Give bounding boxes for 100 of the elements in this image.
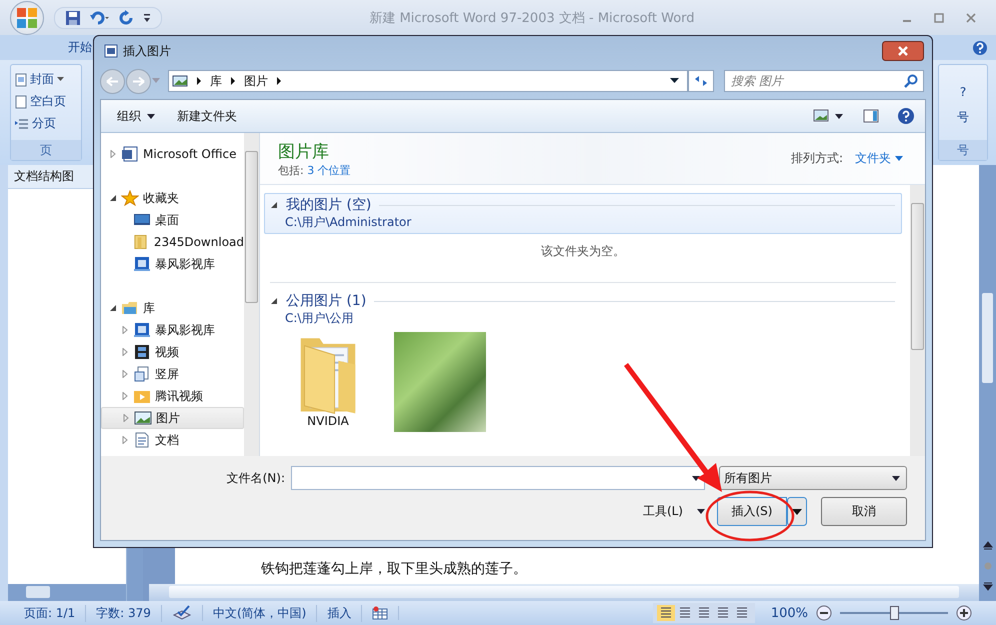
- ribbon-tab[interactable]: 开始: [66, 37, 94, 58]
- toolbar-button[interactable]: 新建文件夹: [169, 104, 245, 128]
- group-header[interactable]: 我的图片 (空) C:\用户\Administrator: [264, 193, 902, 234]
- preview-pane-icon[interactable]: [863, 109, 879, 123]
- office-button[interactable]: [10, 0, 44, 34]
- help-icon[interactable]: [897, 107, 915, 125]
- media-library-icon: [133, 256, 151, 272]
- insert-mode[interactable]: 插入: [317, 604, 362, 622]
- language-status[interactable]: 中文(简体，中国): [202, 604, 318, 622]
- maximize-button[interactable]: [934, 12, 944, 22]
- tree-item[interactable]: 收藏夹: [101, 187, 244, 209]
- caret-icon: [892, 476, 900, 480]
- document-icon: [133, 432, 151, 448]
- expander-icon[interactable]: [109, 194, 117, 202]
- toolbar-button[interactable]: 组织: [109, 104, 163, 128]
- tree-item[interactable]: 腾讯视频: [101, 385, 244, 407]
- document-text: 铁钩把莲蓬勾上岸，取下里头成熟的莲子。: [261, 560, 528, 578]
- ribbon-button[interactable]: 号: [957, 109, 969, 126]
- filename-field[interactable]: [291, 466, 705, 490]
- ribbon-button[interactable]: 封面: [15, 71, 77, 88]
- group-label: 号: [939, 140, 987, 160]
- tools-button[interactable]: 工具(L): [642, 503, 705, 520]
- star-icon: [121, 190, 139, 206]
- tree-item[interactable]: 文档: [101, 429, 244, 451]
- arrange-label: 排列方式:: [790, 150, 843, 167]
- includes-label: 包括:: [278, 164, 304, 176]
- view-options-button[interactable]: [813, 109, 845, 123]
- cover-page-icon: [15, 72, 27, 86]
- ribbon-button[interactable]: 分页: [15, 115, 77, 132]
- tree-item[interactable]: 桌面: [101, 209, 244, 231]
- tree-item[interactable]: 图片: [101, 407, 244, 429]
- tree-item[interactable]: Microsoft Office: [101, 143, 244, 165]
- window-title: 新建 Microsoft Word 97-2003 文档 - Microsoft Word: [368, 10, 696, 26]
- page-count[interactable]: 页面: 1/1: [14, 604, 86, 622]
- caret-icon[interactable]: [692, 476, 700, 480]
- breadcrumb[interactable]: 库: [210, 72, 222, 90]
- chevron-icon[interactable]: [276, 77, 282, 85]
- tree-item[interactable]: 2345Download: [101, 231, 244, 253]
- insert-button[interactable]: 插入(S): [717, 497, 787, 526]
- help-icon[interactable]: [972, 40, 988, 56]
- caret-icon: [147, 114, 155, 118]
- dropdown-caret-icon[interactable]: [670, 78, 679, 84]
- word-document-icon: [104, 44, 118, 58]
- horizontal-scrollbar[interactable]: [149, 584, 979, 601]
- breadcrumb[interactable]: 图片: [244, 72, 268, 90]
- empty-folder-message: 该文件夹为空。: [270, 234, 896, 283]
- undo-icon[interactable]: [89, 10, 111, 26]
- ribbon-button[interactable]: 空白页: [15, 93, 77, 110]
- caret-icon: [895, 156, 903, 161]
- play-icon: [133, 388, 151, 404]
- tree-item[interactable]: 库: [101, 297, 244, 319]
- tree-item[interactable]: 视频: [101, 341, 244, 363]
- horizontal-scrollbar[interactable]: [8, 584, 126, 601]
- folder-item[interactable]: NVIDIA: [288, 332, 368, 432]
- save-icon[interactable]: [65, 10, 81, 26]
- filename-label: 文件名(N):: [226, 470, 285, 486]
- expander-icon[interactable]: [109, 304, 117, 312]
- blank-page-icon: [15, 94, 27, 108]
- vertical-scrollbar[interactable]: [244, 133, 259, 456]
- refresh-button[interactable]: [688, 70, 714, 92]
- redo-icon[interactable]: [119, 10, 135, 26]
- photo-placeholder[interactable]: [394, 332, 486, 432]
- vertical-scrollbar[interactable]: [910, 185, 925, 456]
- desktop-icon: [133, 212, 151, 228]
- tree-item[interactable]: 暴风影视库: [101, 253, 244, 275]
- chevron-icon[interactable]: [230, 77, 236, 85]
- media-library-icon: [133, 322, 151, 338]
- film-icon: [133, 344, 151, 360]
- group-header[interactable]: 公用图片 (1) C:\用户\公用: [264, 289, 902, 330]
- search-field[interactable]: 搜索 图片: [724, 70, 924, 92]
- caret-icon: [697, 509, 705, 514]
- browse-buttons-icon[interactable]: [982, 541, 992, 591]
- scrollbar-thumb[interactable]: [982, 293, 993, 383]
- tree-item[interactable]: 暴风影视库: [101, 319, 244, 341]
- customize-caret-icon[interactable]: [143, 12, 151, 22]
- group-label: 页: [11, 140, 81, 160]
- locations-link[interactable]: 3 个位置: [307, 164, 351, 176]
- zoom-out-button[interactable]: [816, 605, 832, 621]
- close-button[interactable]: [882, 41, 924, 61]
- zoom-in-button[interactable]: [956, 605, 972, 621]
- insert-options-button[interactable]: [787, 497, 807, 526]
- search-icon[interactable]: [904, 74, 918, 88]
- arrange-dropdown[interactable]: 文件夹: [855, 150, 903, 167]
- cancel-button[interactable]: 取消: [821, 497, 907, 526]
- vertical-scrollbar[interactable]: [979, 165, 996, 601]
- collapse-arrow-icon[interactable]: [271, 298, 278, 304]
- zoom-slider-thumb[interactable]: [890, 606, 899, 620]
- office-logo: [16, 6, 38, 28]
- collapse-arrow-icon[interactable]: [271, 202, 278, 208]
- view-button[interactable]: [656, 605, 675, 621]
- window-icon: [133, 366, 151, 382]
- chevron-icon[interactable]: [196, 77, 202, 85]
- tree-item[interactable]: 竖屏: [101, 363, 244, 385]
- ribbon-button[interactable]: ?: [960, 85, 966, 99]
- word-count[interactable]: 字数: 379: [86, 604, 162, 622]
- caret-icon: [57, 77, 64, 82]
- file-type-dropdown[interactable]: 所有图片: [719, 466, 907, 490]
- address-bar[interactable]: 库 图片: [168, 70, 688, 92]
- picture-icon: [172, 74, 188, 88]
- zoom-level[interactable]: 100%: [770, 606, 808, 620]
